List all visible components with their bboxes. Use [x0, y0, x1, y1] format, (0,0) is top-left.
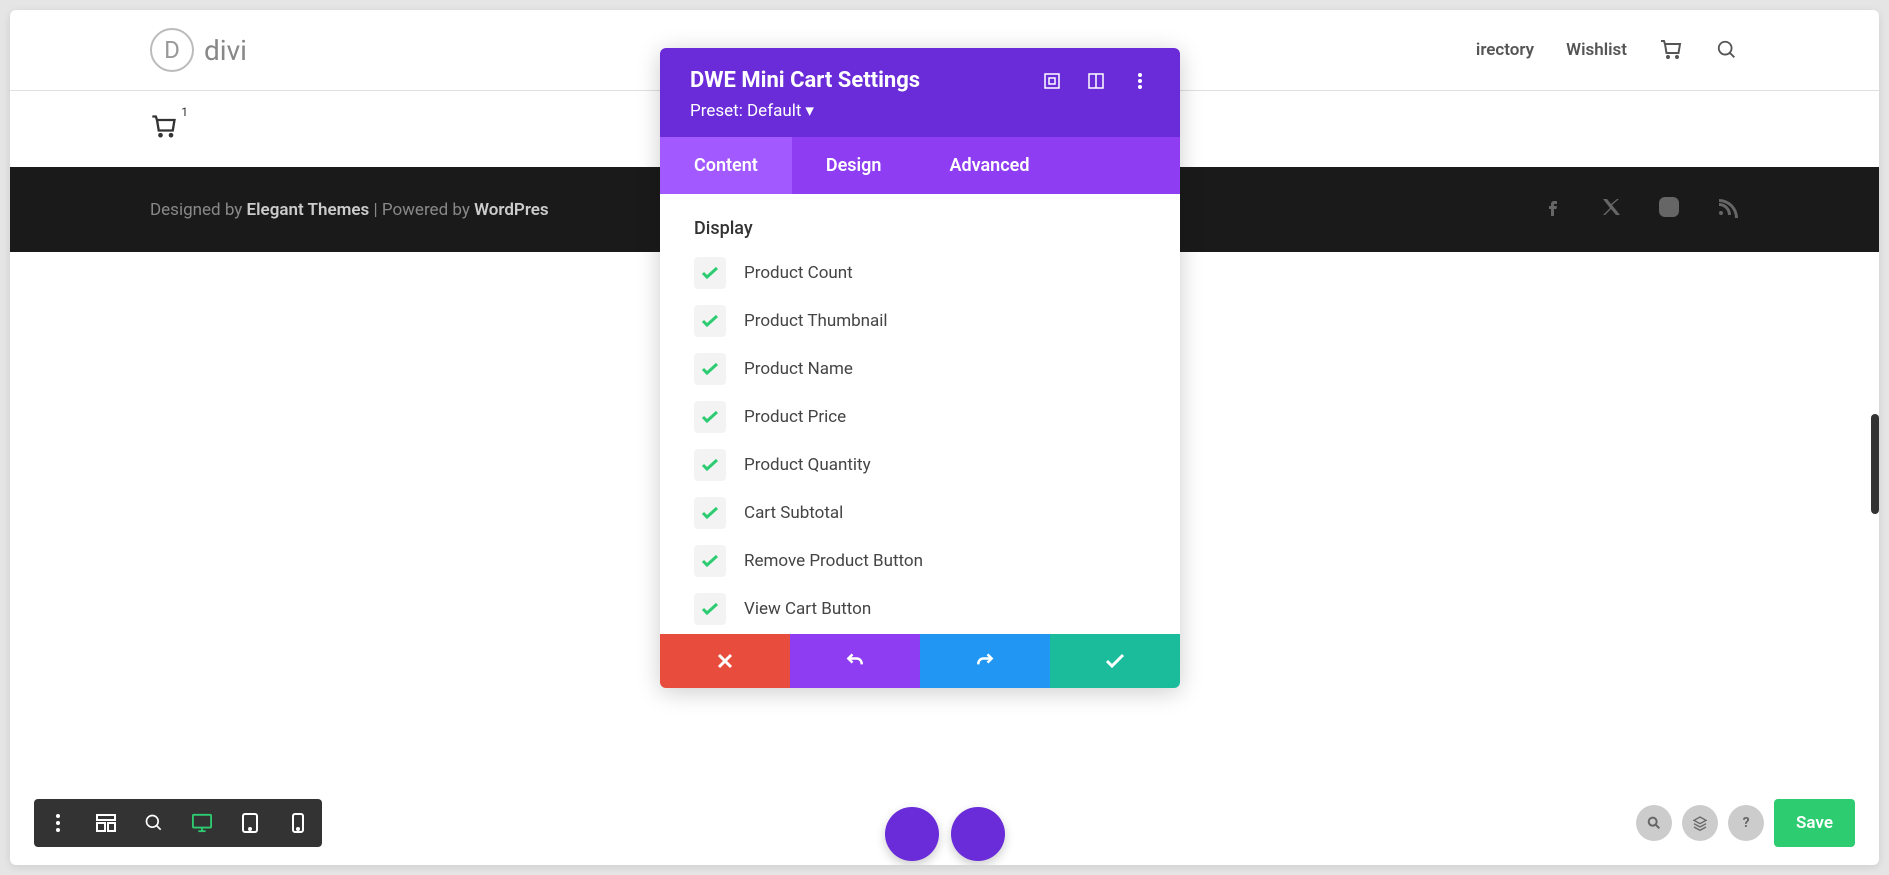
checkbox-product-price[interactable]	[694, 401, 726, 433]
floating-tab-2[interactable]	[951, 807, 1005, 861]
site-logo: D divi	[150, 28, 247, 72]
help-button[interactable]: ?	[1728, 805, 1764, 841]
modal-tabs: Content Design Advanced	[660, 137, 1180, 194]
checkbox-product-count[interactable]	[694, 257, 726, 289]
floating-tab-1[interactable]	[885, 807, 939, 861]
x-twitter-icon[interactable]	[1599, 195, 1623, 224]
more-icon[interactable]	[1130, 71, 1150, 91]
modal-header: DWE Mini Cart Settings Preset: Default ▾	[660, 48, 1180, 137]
checkbox-product-quantity[interactable]	[694, 449, 726, 481]
modal-body: Display Product Count Product Thumbnail …	[660, 194, 1180, 634]
search-help-button[interactable]	[1636, 805, 1672, 841]
tab-content[interactable]: Content	[660, 137, 792, 194]
facebook-icon[interactable]	[1541, 195, 1565, 224]
option-view-cart-button: View Cart Button	[694, 593, 1146, 625]
option-product-name: Product Name	[694, 353, 1146, 385]
preset-selector[interactable]: Preset: Default ▾	[690, 101, 1150, 121]
logo-mark: D	[150, 28, 194, 72]
layers-button[interactable]	[1682, 805, 1718, 841]
option-product-price: Product Price	[694, 401, 1146, 433]
modal-cancel-button[interactable]	[660, 634, 790, 688]
settings-modal: DWE Mini Cart Settings Preset: Default ▾…	[660, 48, 1180, 688]
floating-add-buttons	[885, 807, 1005, 861]
builder-bottom-toolbar	[34, 799, 322, 847]
checkbox-cart-subtotal[interactable]	[694, 497, 726, 529]
checkbox-remove-product-button[interactable]	[694, 545, 726, 577]
cart-icon[interactable]	[1659, 38, 1683, 62]
nav-directory-partial[interactable]: irectory	[1476, 40, 1534, 60]
expand-icon[interactable]	[1042, 71, 1062, 91]
rss-icon[interactable]	[1715, 195, 1739, 224]
option-product-count: Product Count	[694, 257, 1146, 289]
desktop-view-button[interactable]	[178, 799, 226, 847]
option-product-thumbnail: Product Thumbnail	[694, 305, 1146, 337]
checkbox-product-thumbnail[interactable]	[694, 305, 726, 337]
modal-confirm-button[interactable]	[1050, 634, 1180, 688]
tablet-view-button[interactable]	[226, 799, 274, 847]
zoom-button[interactable]	[130, 799, 178, 847]
phone-view-button[interactable]	[274, 799, 322, 847]
section-display-title[interactable]: Display	[694, 218, 1146, 239]
checkbox-view-cart-button[interactable]	[694, 593, 726, 625]
tab-design[interactable]: Design	[792, 137, 916, 194]
scrollbar-thumb[interactable]	[1871, 414, 1879, 514]
cart-count-badge: 1	[181, 105, 188, 119]
footer-cms-link[interactable]: WordPres	[474, 200, 549, 220]
instagram-icon[interactable]	[1657, 195, 1681, 224]
more-options-button[interactable]	[34, 799, 82, 847]
tab-advanced[interactable]: Advanced	[915, 137, 1063, 194]
modal-footer	[660, 634, 1180, 688]
nav-wishlist[interactable]: Wishlist	[1566, 40, 1627, 60]
option-remove-product-button: Remove Product Button	[694, 545, 1146, 577]
chevron-down-icon: ▾	[805, 101, 814, 121]
save-button[interactable]: Save	[1774, 799, 1855, 847]
mini-cart-element[interactable]: 1	[150, 113, 178, 141]
header-nav: irectory Wishlist	[1476, 38, 1739, 62]
bottom-right-actions: ? Save	[1636, 799, 1855, 847]
footer-theme-link[interactable]: Elegant Themes	[247, 200, 370, 220]
modal-undo-button[interactable]	[790, 634, 920, 688]
footer-social	[1541, 195, 1739, 224]
footer-credits: Designed by Elegant Themes | Powered by …	[150, 200, 549, 220]
modal-title: DWE Mini Cart Settings	[690, 68, 920, 93]
option-product-quantity: Product Quantity	[694, 449, 1146, 481]
wireframe-view-button[interactable]	[82, 799, 130, 847]
option-cart-subtotal: Cart Subtotal	[694, 497, 1146, 529]
modal-redo-button[interactable]	[920, 634, 1050, 688]
logo-text: divi	[204, 34, 247, 67]
app-frame: D divi irectory Wishlist 1 Designed by E…	[10, 10, 1879, 865]
checkbox-product-name[interactable]	[694, 353, 726, 385]
snap-icon[interactable]	[1086, 71, 1106, 91]
search-icon[interactable]	[1715, 38, 1739, 62]
